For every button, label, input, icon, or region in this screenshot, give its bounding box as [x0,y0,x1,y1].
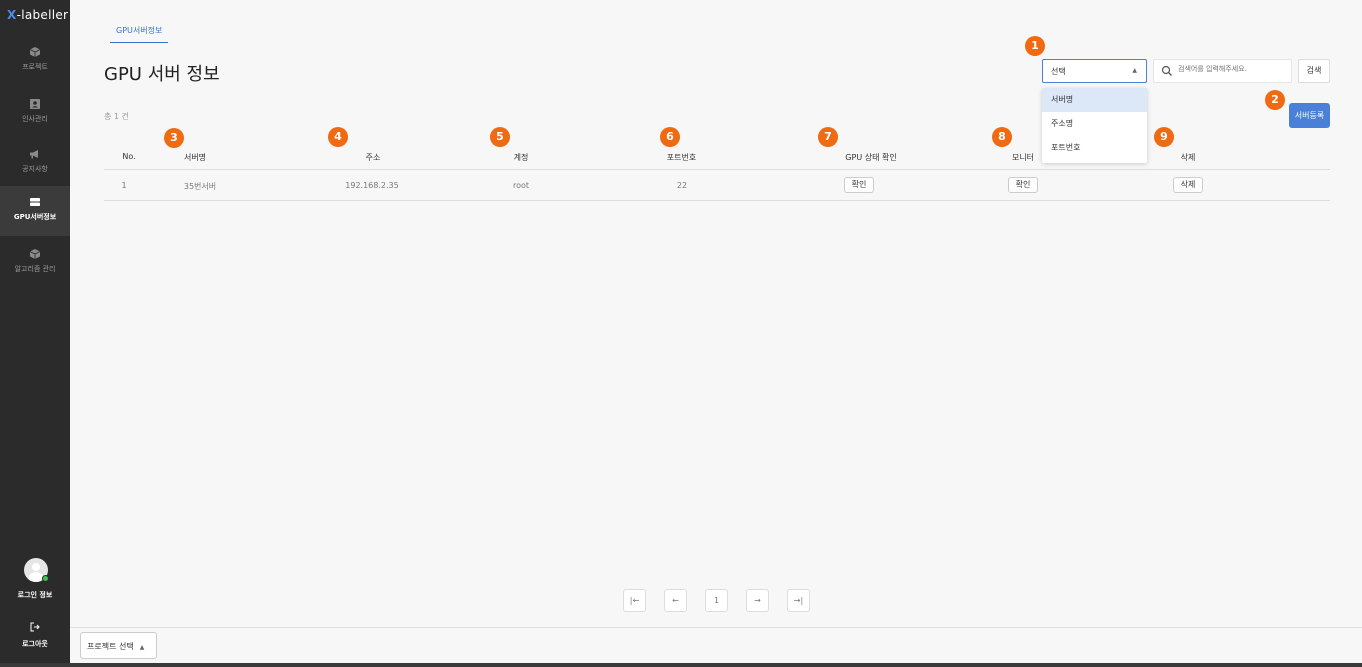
server-icon [30,198,40,206]
col-address: 주소 [365,153,381,162]
prev-page-button[interactable]: ← [664,589,687,612]
login-info-link[interactable]: 로그인 정보 [0,590,70,600]
search-type-value: 선택 [1051,67,1066,76]
dropdown-option-server-name[interactable]: 서버명 [1042,88,1147,112]
delete-button[interactable]: 삭제 [1172,177,1204,193]
logout-label: 로그아웃 [22,640,48,648]
cell-monitor: 확인 [988,170,1058,200]
annotation-badge: 9 [1154,127,1174,147]
sidebar-item-label: 알고리즘 관리 [14,265,56,273]
register-server-button[interactable]: 서버등록 [1289,103,1330,128]
gpu-check-button[interactable]: 확인 [843,177,875,193]
logout-icon [30,622,40,632]
cell-port: 22 [676,181,688,190]
sidebar-item-label: 프로젝트 [22,63,48,71]
id-card-icon [30,99,40,109]
megaphone-icon [30,150,38,159]
col-port: 포트번호 [666,153,697,162]
page-1-button[interactable]: 1 [705,589,728,612]
project-select-label: 프로젝트 선택 [87,642,134,651]
sidebar-item-label: 공지사항 [22,165,48,173]
sidebar-item-gpu-server[interactable]: GPU서버정보 [0,186,70,236]
sidebar-item-label: 인사관리 [22,115,48,123]
search-icon [1161,65,1172,76]
sidebar-item-notice[interactable]: 공지사항 [0,138,70,188]
search-field[interactable] [1153,59,1292,83]
sidebar-item-algorithm[interactable]: 알고리즘 관리 [0,238,70,288]
search-type-dropdown: 서버명 주소명 포트번호 [1042,88,1147,163]
footer-bar [70,627,1362,667]
cell-no: 1 [121,181,127,190]
search-type-select[interactable]: 선택 ▲ [1042,59,1147,83]
col-account: 계정 [513,153,529,162]
bottom-border [0,663,1362,667]
annotation-badge: 2 [1265,90,1285,110]
last-page-button[interactable]: →| [787,589,810,612]
annotation-badge: 3 [164,128,184,148]
annotation-badge: 4 [328,127,348,147]
annotation-badge: 7 [818,127,838,147]
sidebar-item-project[interactable]: 프로젝트 [0,36,70,86]
cell-gpu-status: 확인 [824,170,894,200]
col-no: No. [122,152,136,161]
cube-icon [29,249,41,259]
dropdown-option-address[interactable]: 주소명 [1042,112,1147,136]
cell-address: 192.168.2.35 [345,181,399,190]
sidebar-item-hr[interactable]: 인사관리 [0,88,70,138]
search-button[interactable]: 검색 [1298,59,1330,83]
caret-up-icon: ▲ [1132,67,1137,74]
online-status-dot [42,575,49,582]
first-page-button[interactable]: |← [623,589,646,612]
annotation-badge: 5 [490,127,510,147]
annotation-badge: 6 [660,127,680,147]
cell-account: root [512,181,530,190]
page-title: GPU 서버 정보 [104,64,220,85]
total-count: 총 1 건 [104,112,129,121]
monitor-button[interactable]: 확인 [1007,177,1039,193]
next-page-button[interactable]: → [746,589,769,612]
cube-icon [29,47,41,57]
caret-up-icon: ▲ [139,644,145,651]
dropdown-option-port[interactable]: 포트번호 [1042,136,1147,160]
annotation-badge: 8 [992,127,1012,147]
app-logo[interactable]: X-labeller [7,8,68,22]
search-input[interactable] [1178,65,1286,73]
cell-server-name: 35번서버 [183,182,217,191]
cell-delete: 삭제 [1153,170,1223,200]
table-row[interactable]: 1 35번서버 192.168.2.35 root 22 확인 확인 삭제 [104,170,1330,201]
sidebar: X-labeller 프로젝트 인사관리 공지사항 GPU서버정보 알고리즘 관… [0,0,70,667]
project-select[interactable]: 프로젝트 선택 ▲ [80,632,157,659]
annotation-badge: 1 [1025,36,1045,56]
tab-gpu-server[interactable]: GPU서버정보 [110,25,169,43]
logout-button[interactable]: 로그아웃 [0,622,70,649]
sidebar-item-label: GPU서버정보 [13,213,57,221]
